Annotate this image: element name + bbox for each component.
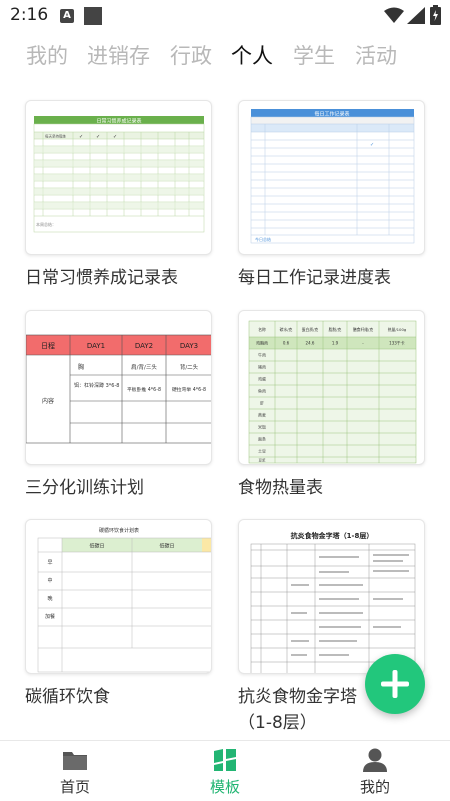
svg-text:加餐: 加餐 [45,613,55,620]
svg-text:低碳日: 低碳日 [159,543,174,550]
svg-text:0.6: 0.6 [283,341,290,346]
tab-activity[interactable]: 活动 [355,38,397,74]
svg-text:虾: 虾 [260,400,264,406]
svg-text:牛肉: 牛肉 [258,352,266,358]
template-card-food-calories[interactable]: 名称 碳水/克 蛋白质/克 脂肪/克 膳食纤维/克 热量/100g 鸡胸肉 0.… [238,310,425,465]
svg-text:1.9: 1.9 [332,341,339,346]
svg-text:24.6: 24.6 [306,341,315,346]
svg-text:硬拉弯举 4*6-8: 硬拉弯举 4*6-8 [172,386,206,393]
nav-templates[interactable]: 模板 [170,741,280,801]
svg-text:鸡胸肉: 鸡胸肉 [256,340,268,346]
template-card-habit[interactable]: 日常习惯养成记录表 每天坚持锻炼 ✓ ✓ ✓ 本周总结： [25,100,212,255]
thumb-heading: 抗炎食物金字塔（1-8层） [291,531,374,540]
template-title-food-calories[interactable]: 食物热量表 [238,475,323,501]
thumb-header: DAY2 [135,342,153,350]
thumb-heading: 碳循环饮食计划表 [99,527,139,534]
svg-text:胸: 胸 [78,363,84,371]
svg-text:✓: ✓ [96,134,100,140]
svg-text:土豆: 土豆 [258,448,266,454]
svg-text:鸡蛋: 鸡蛋 [258,376,266,382]
template-card-training[interactable]: 日程 DAY1 DAY2 DAY3 内容 胸 饵：杠铃深蹲 3*6-8 肩/背/… [25,310,212,465]
thumb-footer: 本周总结： [36,221,56,227]
category-tabs: 我的 进销存 行政 个人 学生 活动 [0,38,450,74]
tab-student[interactable]: 学生 [293,38,335,74]
svg-text:蛋白质/克: 蛋白质/克 [302,327,319,332]
svg-text:背/二头: 背/二头 [180,363,199,371]
template-card-work-log[interactable]: 每日工作记录表 ✓ 今日总结 [238,100,425,255]
svg-text:早: 早 [47,560,52,566]
thumb-header: DAY1 [87,342,105,350]
svg-text:晚: 晚 [47,595,52,602]
svg-text:133千卡: 133千卡 [389,340,405,346]
svg-text:鱼肉: 鱼肉 [258,388,266,394]
thumb-header: 日程 [41,341,55,350]
bottom-nav: 首页 模板 我的 [0,740,450,801]
nav-mine-label: 我的 [359,778,390,796]
template-thumbnail: 日程 DAY1 DAY2 DAY3 内容 胸 饵：杠铃深蹲 3*6-8 肩/背/… [26,334,211,444]
notification-icon: A [60,9,74,23]
tab-admin[interactable]: 行政 [170,38,212,74]
battery-icon [430,5,441,25]
thumb-row-label: 内容 [42,397,54,405]
template-thumbnail: 碳循环饮食计划表 低碳日 低碳日 早 中 晚 加餐 [37,527,211,673]
thumb-heading: 日常习惯养成记录表 [96,118,141,125]
nav-templates-label: 模板 [209,778,240,796]
tab-mine[interactable]: 我的 [26,38,68,74]
svg-text:✓: ✓ [79,134,83,140]
template-thumbnail: 每日工作记录表 ✓ 今日总结 [250,109,415,244]
svg-text:面条: 面条 [258,436,266,442]
status-time: 2:16 [10,5,49,25]
svg-text:燕麦: 燕麦 [258,412,266,418]
svg-text:✓: ✓ [370,142,374,148]
svg-text:豆浆: 豆浆 [259,458,267,463]
status-bar: 2:16 A [0,0,450,32]
svg-text:名称: 名称 [258,327,266,332]
person-icon [363,748,387,772]
template-thumbnail: 名称 碳水/克 蛋白质/克 脂肪/克 膳食纤维/克 热量/100g 鸡胸肉 0.… [248,320,417,464]
svg-text:✓: ✓ [113,134,117,140]
signal-icon [407,7,425,24]
svg-text:膳食纤维/克: 膳食纤维/克 [353,327,373,332]
template-thumbnail: 抗炎食物金字塔（1-8层） [250,531,416,673]
svg-text:饵：杠铃深蹲 3*6-8: 饵：杠铃深蹲 3*6-8 [74,382,119,389]
template-title-anti-inflammatory[interactable]: 抗炎食物金字塔（1-8层） [238,684,368,736]
thumb-header: DAY3 [180,342,198,350]
svg-text:碳水/克: 碳水/克 [280,327,293,332]
add-button[interactable] [365,654,425,714]
template-title-carb-cycle[interactable]: 碳循环饮食 [25,684,110,710]
plus-icon [381,670,409,698]
thumb-footer: 今日总结 [255,236,271,242]
tab-inventory[interactable]: 进销存 [87,38,150,74]
svg-text:平板卧推 4*6-8: 平板卧推 4*6-8 [127,386,161,393]
nav-home[interactable]: 首页 [20,741,130,801]
template-icon [214,749,236,771]
svg-text:低碳日: 低碳日 [89,543,104,550]
app-notification-icon [84,7,102,25]
thumb-heading: 每日工作记录表 [314,111,349,118]
template-card-anti-inflammatory[interactable]: 抗炎食物金字塔（1-8层） [238,519,425,674]
svg-text:肩/背/三头: 肩/背/三头 [131,363,157,371]
folder-icon [63,752,87,770]
wifi-icon [384,7,404,23]
svg-text:中: 中 [47,577,52,584]
svg-text:脂肪/克: 脂肪/克 [329,327,342,332]
template-card-carb-cycle[interactable]: 碳循环饮食计划表 低碳日 低碳日 早 中 晚 加餐 [25,519,212,674]
template-thumbnail: 日常习惯养成记录表 每天坚持锻炼 ✓ ✓ ✓ 本周总结： [33,116,205,233]
tab-personal[interactable]: 个人 [231,38,273,74]
template-title-training[interactable]: 三分化训练计划 [25,475,144,501]
template-title-work-log[interactable]: 每日工作记录进度表 [238,265,391,291]
template-title-habit[interactable]: 日常习惯养成记录表 [25,265,178,291]
nav-mine[interactable]: 我的 [320,741,430,801]
nav-home-label: 首页 [59,778,90,796]
svg-text:猪肉: 猪肉 [258,364,266,370]
thumb-first-row: 每天坚持锻炼 [45,134,66,139]
svg-text:热量/100g: 热量/100g [388,327,407,332]
svg-text:米饭: 米饭 [258,424,266,430]
